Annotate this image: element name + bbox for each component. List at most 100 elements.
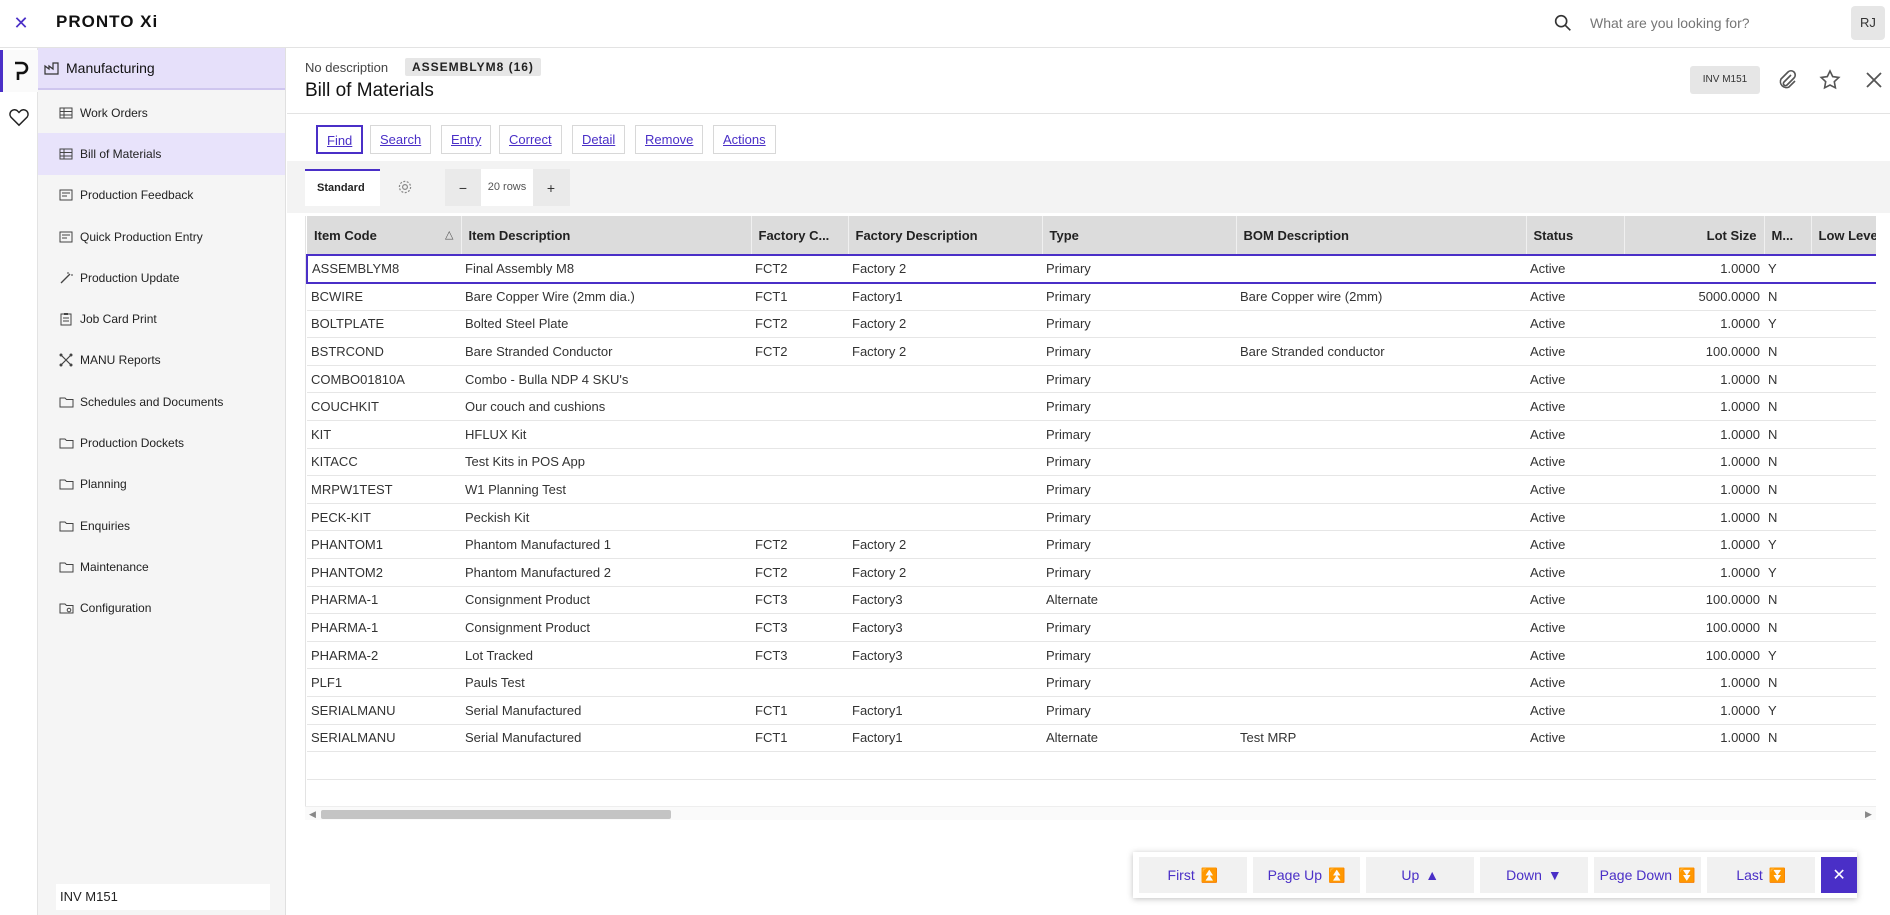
sidebar-item-label: Quick Production Entry — [80, 229, 203, 244]
table-row[interactable]: PECK-KIT Peckish Kit Primary Active 1.0000 N — [307, 503, 1876, 532]
sidebar-item-configuration[interactable]: Configuration — [38, 588, 285, 629]
decrease-rows-icon[interactable]: − — [445, 169, 481, 206]
sidebar-item-job-card-print[interactable]: Job Card Print — [38, 298, 285, 339]
table-cell: Test Kits in POS App — [461, 448, 751, 477]
table-cell — [1811, 751, 1876, 780]
sidebar-item-work-orders[interactable]: Work Orders — [38, 92, 285, 133]
entry-button[interactable]: Entry — [441, 125, 492, 154]
sidebar-item-planning[interactable]: Planning — [38, 464, 285, 505]
table-row[interactable]: ASSEMBLYM8 Final Assembly M8 FCT2 Factory 2… — [306, 254, 1876, 284]
up-button[interactable]: Up ▲ — [1366, 857, 1475, 893]
scroll-left-icon[interactable]: ◀ — [309, 807, 316, 821]
gear-icon[interactable] — [397, 179, 413, 195]
column-header-factory-c[interactable]: Factory C... — [751, 216, 849, 255]
find-button[interactable]: Find — [316, 125, 364, 154]
page-up-label: Page Up — [1267, 867, 1323, 883]
table-cell — [751, 392, 848, 422]
table-cell — [1811, 779, 1876, 808]
search-icon[interactable] — [1552, 12, 1574, 34]
sidebar-item-manu-reports[interactable]: MANU Reports — [38, 340, 285, 381]
table-row[interactable]: PLF1 Pauls Test Primary Active 1.0000 N — [307, 668, 1876, 697]
table-cell — [751, 751, 848, 780]
down-button[interactable]: Down ▼ — [1480, 857, 1588, 893]
table-row[interactable]: SERIALMANU Serial Manufactured FCT1 Factory… — [307, 696, 1876, 725]
page-down-button[interactable]: Page Down ⏬ — [1593, 857, 1702, 893]
tab-standard-view[interactable]: Standard — [305, 169, 380, 206]
table-cell — [1811, 310, 1876, 339]
table-row[interactable]: PHARMA-1 Consignment Product FCT3 Factory3 P… — [307, 613, 1876, 642]
table-cell: Active — [1526, 254, 1624, 284]
close-screen-icon[interactable] — [1862, 68, 1886, 92]
column-header-bom-description[interactable]: BOM Description — [1236, 216, 1527, 255]
sidebar-item-production-update[interactable]: Production Update — [38, 257, 285, 298]
sidebar-item-quick-production-entry[interactable]: Quick Production Entry — [38, 216, 285, 257]
column-header-factory-description[interactable]: Factory Description — [848, 216, 1043, 255]
close-pager-button[interactable]: ✕ — [1821, 857, 1858, 893]
column-header-item-code[interactable]: Item Code △ — [307, 216, 462, 255]
column-header-type[interactable]: Type — [1042, 216, 1237, 255]
paperclip-icon[interactable] — [1775, 68, 1799, 92]
column-header-low-level[interactable]: Low Level — [1811, 216, 1876, 255]
table-row[interactable]: PHANTOM1 Phantom Manufactured 1 FCT2 Factor… — [307, 530, 1876, 560]
table-cell — [751, 420, 848, 449]
pronto-menu-icon[interactable] — [0, 50, 38, 92]
column-header-item-description[interactable]: Item Description — [461, 216, 752, 255]
global-search-input[interactable] — [1590, 8, 1840, 38]
table-row[interactable]: MRPW1TEST W1 Planning Test Primary Active 1.… — [307, 475, 1876, 504]
table-cell: 1.0000 — [1624, 696, 1764, 725]
sidebar-item-maintenance[interactable]: Maintenance — [38, 546, 285, 587]
column-header-status[interactable]: Status — [1526, 216, 1625, 255]
table-cell: Phantom Manufactured 2 — [461, 558, 751, 587]
sidebar-item-production-dockets[interactable]: Production Dockets — [38, 422, 285, 463]
table-cell: FCT3 — [751, 613, 848, 642]
table-cell: FCT2 — [751, 254, 848, 284]
table-row[interactable]: COMBO01810A Combo - Bulla NDP 4 SKU's Prim… — [307, 365, 1876, 394]
increase-rows-icon[interactable]: + — [533, 169, 569, 206]
detail-button[interactable]: Detail — [572, 125, 626, 154]
table-row[interactable]: COUCHKIT Our couch and cushions Primary Act… — [307, 392, 1876, 422]
scroll-right-icon[interactable]: ▶ — [1865, 807, 1872, 821]
favourites-heart-icon[interactable] — [0, 96, 38, 138]
table-cell — [1811, 392, 1876, 422]
table-cell — [1236, 586, 1526, 615]
table-cell: Active — [1526, 696, 1624, 725]
table-row[interactable]: PHARMA-1 Consignment Product FCT3 Factory3 A… — [307, 586, 1876, 615]
sidebar-item-schedules-and-documents[interactable]: Schedules and Documents — [38, 381, 285, 422]
table-cell: Consignment Product — [461, 586, 751, 615]
sidebar-item-label: MANU Reports — [80, 353, 161, 368]
table-row[interactable]: BSTRCOND Bare Stranded Conductor FCT2 Facto… — [307, 337, 1876, 366]
table-cell — [848, 365, 1042, 394]
remove-button[interactable]: Remove — [635, 125, 704, 154]
last-page-button[interactable]: Last ⏬ — [1707, 857, 1816, 893]
close-menu-icon[interactable]: ✕ — [10, 12, 32, 34]
actions-button[interactable]: Actions — [713, 125, 776, 154]
correct-button[interactable]: Correct — [499, 125, 562, 154]
sidebar-item-production-feedback[interactable]: Production Feedback — [38, 175, 285, 216]
table-row[interactable]: BCWIRE Bare Copper Wire (2mm dia.) FCT1 Fac… — [307, 282, 1876, 311]
search-button[interactable]: Search — [370, 125, 432, 154]
sidebar-item-bill-of-materials[interactable]: Bill of Materials — [38, 133, 285, 175]
module-header-manufacturing[interactable]: Manufacturing — [38, 48, 285, 90]
column-header-lot-size[interactable]: Lot Size — [1624, 216, 1765, 255]
first-page-button[interactable]: First ⏫ — [1139, 857, 1247, 893]
table-row[interactable]: KITACC Test Kits in POS App Primary Active 1… — [307, 448, 1876, 477]
star-icon[interactable] — [1818, 68, 1842, 92]
sidebar-item-enquiries[interactable]: Enquiries — [38, 505, 285, 546]
table-row[interactable] — [307, 779, 1876, 808]
table-row[interactable]: BOLTPLATE Bolted Steel Plate FCT2 Factory 2… — [307, 310, 1876, 339]
horizontal-scrollbar[interactable]: ◀ ▶ — [305, 806, 1876, 820]
page-up-button[interactable]: Page Up ⏫ — [1252, 857, 1361, 893]
scrollbar-thumb[interactable] — [321, 810, 671, 819]
column-header-m[interactable]: M... — [1764, 216, 1812, 255]
table-row[interactable]: PHANTOM2 Phantom Manufactured 2 FCT2 Factor… — [307, 558, 1876, 587]
table-cell: Factory3 — [848, 613, 1042, 642]
sort-ascending-icon[interactable]: △ — [445, 228, 453, 241]
table-row[interactable]: KIT HFLUX Kit Primary Active 1.0000 N — [307, 420, 1876, 449]
table-row[interactable] — [307, 751, 1876, 780]
table-cell — [1811, 503, 1876, 532]
user-avatar[interactable]: RJ — [1851, 6, 1885, 40]
table-cell: Primary — [1042, 254, 1236, 284]
table-row[interactable]: PHARMA-2 Lot Tracked FCT3 Factory3 Primary Ac… — [307, 641, 1876, 670]
table-row[interactable]: SERIALMANU Serial Manufactured FCT1 Factory… — [307, 724, 1876, 753]
table-cell — [848, 448, 1042, 477]
